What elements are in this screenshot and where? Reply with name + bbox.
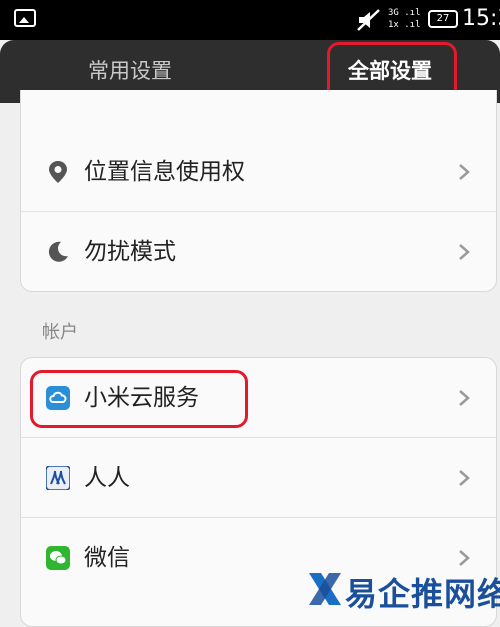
status-bar: 3G .ıl 1x .ıl 27 15:3 — [0, 0, 500, 40]
account-row-label: 人人 — [84, 465, 130, 491]
watermark-text: 易企推网络 — [345, 575, 500, 613]
renren-icon — [46, 466, 70, 490]
watermark-logo: 易企推网络 — [305, 565, 500, 615]
moon-icon — [48, 241, 68, 262]
chevron-right-icon — [459, 470, 470, 486]
wechat-icon — [46, 546, 70, 570]
battery-level: 27 — [436, 13, 450, 24]
status-time: 15:3 — [462, 6, 500, 31]
battery-icon: 27 — [428, 10, 458, 28]
highlight-box-mi-cloud — [30, 370, 248, 428]
signal-bottom-label: 1x — [388, 20, 399, 30]
watermark-x-icon — [309, 573, 341, 605]
settings-row-label: 位置信息使用权 — [84, 159, 245, 185]
signal-icon: 3G .ıl 1x .ıl — [388, 8, 421, 30]
account-row-label: 微信 — [84, 545, 130, 571]
settings-row-location[interactable]: 位置信息使用权 — [21, 132, 496, 212]
signal-top-label: 3G — [388, 8, 399, 18]
settings-row-label: 勿扰模式 — [84, 239, 176, 265]
settings-group-card: 位置信息使用权 勿扰模式 — [20, 90, 497, 292]
gallery-icon — [14, 9, 36, 27]
account-row-renren[interactable]: 人人 — [21, 438, 496, 518]
chevron-right-icon — [459, 390, 470, 406]
settings-row-do-not-disturb[interactable]: 勿扰模式 — [21, 212, 496, 291]
chevron-right-icon — [459, 164, 470, 180]
mute-icon — [357, 9, 380, 31]
chevron-right-icon — [459, 244, 470, 260]
accounts-section-title: 帐户 — [42, 322, 78, 343]
location-pin-icon — [49, 161, 67, 183]
